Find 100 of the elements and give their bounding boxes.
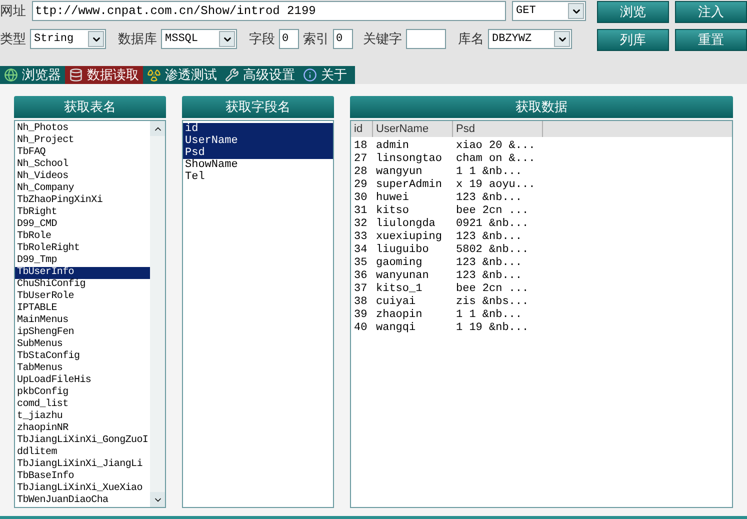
table-cell: 1 19 &nb... [456,322,529,334]
panel-header: 获取字段名 [182,96,334,118]
table-cell: zis &nbs... [456,296,529,308]
table-cell: 36 [354,270,368,282]
field-label: 类型 [0,30,26,48]
index-input[interactable]: 0 [333,29,353,49]
field-label: 网址 [0,2,26,20]
table-cell: bee 2cn ... [456,283,529,295]
table-cell: bee 2cn ... [456,205,529,217]
table-cell: 33 [354,231,368,243]
table-name-item[interactable]: D99_CMD [15,219,150,231]
action-button[interactable]: 注入 [675,1,747,23]
table-cell: 39 [354,309,368,321]
table-cell: 31 [354,205,368,217]
type-select[interactable]: String [30,29,106,49]
table-name-item[interactable]: ddlitem [15,447,150,459]
table-name-item[interactable]: TabMenus [15,363,150,375]
table-name-item[interactable]: TbRight [15,207,150,219]
table-cell: kitso_1 [376,283,422,295]
method-select[interactable]: GET [512,1,586,21]
table-name-item[interactable]: ChuShiConfig [15,279,150,291]
table-name-item[interactable]: TbBaseInfo [15,471,150,483]
table-name-item[interactable]: TbZhaoPingXinXi [15,195,150,207]
table-cell: 32 [354,218,368,230]
column-header[interactable]: UserName [373,121,453,137]
table-name-item[interactable]: Nh_Company [15,183,150,195]
tab[interactable]: 渗透测试 [143,66,221,84]
table-name-item[interactable]: TbJiangLiXinXi_XueXiao [15,483,150,495]
table-cell: gaoming [376,257,422,269]
table-cell: 28 [354,166,368,178]
action-button[interactable]: 重置 [675,29,747,51]
action-button[interactable]: 浏览 [597,1,669,23]
table-cell: xiao 20 &... [456,140,536,152]
table-name-item[interactable]: D99_Tmp [15,255,150,267]
table-cell: xuexiuping [376,231,442,243]
table-name-item[interactable]: ipShengFen [15,327,150,339]
table-cell: 40 [354,322,368,334]
table-cell: 35 [354,257,368,269]
database-select[interactable]: MSSQL [161,29,237,49]
table-cell: cham on &... [456,153,536,165]
url-field[interactable]: ttp://www.cnpat.com.cn/Show/introd 2199 [32,1,506,21]
column-header[interactable]: Psd [453,121,543,137]
table-name-item[interactable]: Nh_Videos [15,171,150,183]
keyword-input[interactable] [406,29,446,49]
table-name-item[interactable]: TbJiangLiXinXi_JiangLi [15,459,150,471]
table-name-item[interactable]: TbRole [15,231,150,243]
table-name-item[interactable]: pkbConfig [15,387,150,399]
table-name-item[interactable]: TbRoleRight [15,243,150,255]
table-name-item[interactable]: zhaopinNR [15,423,150,435]
field-label: 字段 [249,30,275,48]
table-cell: zhaopin [376,309,422,321]
field-name-item[interactable]: ShowName [183,159,333,171]
table-name-item[interactable]: Nh_Project [15,135,150,147]
panel-header: 获取数据 [350,96,733,118]
table-name-item[interactable]: UpLoadFileHis [15,375,150,387]
field-name-item[interactable]: Psd [183,147,333,159]
table-cell: 0921 &nb... [456,218,529,230]
table-cell: x 19 aoyu... [456,179,536,191]
database-icon [69,68,83,82]
table-name-item[interactable]: TbStaConfig [15,351,150,363]
field-label: 索引 [303,30,329,48]
table-cell: 38 [354,296,368,308]
table-name-item[interactable]: MainMenus [15,315,150,327]
table-cell: 34 [354,244,368,256]
table-cell: 123 &nb... [456,231,522,243]
table-name-item[interactable]: TbFAQ [15,147,150,159]
table-name-item[interactable]: Nh_School [15,159,150,171]
table-name-item[interactable]: TbUserRole [15,291,150,303]
table-cell: 1 1 &nb... [456,309,522,321]
table-name-item[interactable]: SubMenus [15,339,150,351]
table-name-item[interactable]: TbUserInfo [15,267,150,279]
table-name-item[interactable]: comd_list [15,399,150,411]
table-cell: 30 [354,192,368,204]
scrollbar[interactable] [150,121,165,507]
table-cell: admin [376,140,410,152]
database-name-select[interactable]: DBZYWZ [488,29,572,49]
field-count-input[interactable]: 0 [279,29,299,49]
field-name-item[interactable]: id [183,123,333,135]
table-cell: 29 [354,179,368,191]
table-name-item[interactable]: t_jiazhu [15,411,150,423]
column-header[interactable]: id [351,121,373,137]
table-cell: 1 1 &nb... [456,166,522,178]
table-name-item[interactable]: TbJiangLiXinXi_GongZuoI [15,435,150,447]
field-label: 数据库 [118,30,157,48]
tab[interactable]: 浏览器 [0,66,65,84]
table-name-item[interactable]: TbWenJuanDiaoCha [15,495,150,507]
table-cell: wangyun [376,166,422,178]
table-name-item[interactable]: Nh_Photos [15,123,150,135]
wrench-icon [225,68,239,82]
table-cell: liulongda [376,218,436,230]
field-label: 库名 [458,30,484,48]
action-button[interactable]: 列库 [597,29,669,51]
tab[interactable]: 高级设置 [221,66,299,84]
field-name-item[interactable]: UserName [183,135,333,147]
tab[interactable]: 关于 [299,66,351,84]
table-name-item[interactable]: IPTABLE [15,303,150,315]
field-name-item[interactable]: Tel [183,171,333,183]
globe-icon [4,68,18,82]
table-cell: wangqi [376,322,416,334]
tab[interactable]: 数据读取 [65,66,143,84]
